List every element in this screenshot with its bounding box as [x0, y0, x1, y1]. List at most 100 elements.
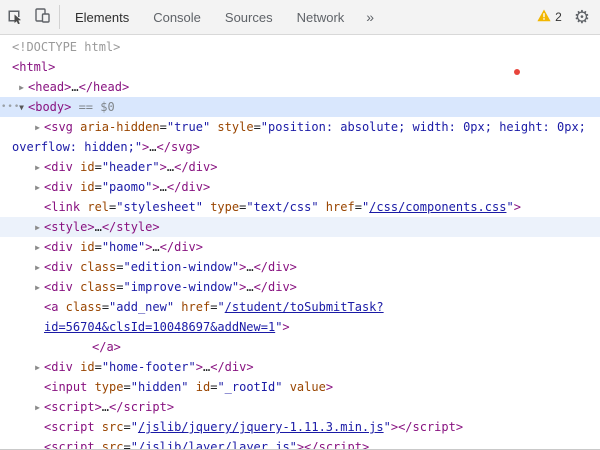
row-actions-dots[interactable]: ••• — [1, 97, 20, 117]
expand-arrow-icon[interactable]: ▶ — [31, 118, 44, 137]
syntax-attr: id — [189, 380, 211, 394]
syntax-val: "improve-window" — [124, 280, 240, 294]
dom-tree-row[interactable]: ▶<style>…</style> — [0, 217, 600, 237]
syntax-dots: … — [102, 400, 109, 414]
warning-count: 2 — [555, 10, 562, 24]
dom-tree-row[interactable]: ▶<div id="paomo">…</div> — [0, 177, 600, 197]
dom-tree-row[interactable]: •••▼<body> == $0 — [0, 97, 600, 117]
syntax-val: "_rootId" — [217, 380, 282, 394]
syntax-link[interactable]: /css/components.css — [369, 200, 506, 214]
syntax-val: "add_new" — [109, 300, 174, 314]
dom-tree-row[interactable]: ▶<div class="improve-window">…</div> — [0, 277, 600, 297]
syntax-val: " — [290, 440, 297, 449]
gear-icon[interactable]: ⚙ — [574, 8, 590, 26]
syntax-val: "position: absolute; width: 0px; height:… — [261, 120, 586, 134]
syntax-attr: type — [87, 380, 123, 394]
expand-arrow-icon[interactable]: ▶ — [31, 258, 44, 277]
syntax-tag: > — [152, 180, 159, 194]
inspect-icon — [5, 6, 23, 29]
syntax-tag: <div — [44, 260, 73, 274]
syntax-attr: aria-hidden — [73, 120, 160, 134]
syntax-link[interactable]: /student/toSubmitTask? — [225, 300, 384, 314]
syntax-attr: class — [73, 260, 116, 274]
dom-tree-row[interactable]: </a> — [0, 337, 600, 357]
dom-tree-row[interactable]: <html> — [0, 57, 600, 77]
syntax-tag: > — [326, 380, 333, 394]
syntax-tag: </head> — [79, 80, 130, 94]
dom-tree-row[interactable]: <script src="/jslib/jquery/jquery-1.11.3… — [0, 417, 600, 437]
syntax-attr: src — [95, 420, 124, 434]
tab-strip: ElementsConsoleSourcesNetwork — [63, 0, 356, 35]
expand-arrow-icon[interactable]: ▶ — [31, 218, 44, 237]
syntax-dots: … — [149, 140, 156, 154]
syntax-link[interactable]: /jslib/layer/layer.js — [138, 440, 290, 449]
syntax-eq: = — [95, 160, 102, 174]
expand-arrow-icon[interactable]: ▶ — [31, 358, 44, 377]
syntax-val: "text/css" — [246, 200, 318, 214]
device-toolbar-button[interactable] — [28, 3, 56, 31]
more-tabs-button[interactable]: » — [356, 9, 384, 25]
syntax-tag: </script> — [398, 420, 463, 434]
syntax-val: " — [131, 440, 138, 449]
dom-tree-row[interactable]: id=56704&clsId=10048697&addNew=1"> — [0, 317, 600, 337]
red-dot — [514, 69, 520, 75]
syntax-eq: = — [355, 200, 362, 214]
toolbar-separator — [59, 5, 60, 29]
dom-tree-row[interactable]: ▶<div id="home-footer">…</div> — [0, 357, 600, 377]
tab-console[interactable]: Console — [141, 0, 213, 35]
syntax-eq: = — [123, 380, 130, 394]
syntax-tag: <div — [44, 160, 73, 174]
warnings-indicator[interactable]: 2 — [537, 9, 562, 25]
syntax-val: " — [131, 420, 138, 434]
dom-tree[interactable]: <!DOCTYPE html> <html>▶<head>…</head>•••▼… — [0, 35, 600, 449]
syntax-tag: </a> — [92, 340, 121, 354]
syntax-link[interactable]: id=56704&clsId=10048697&addNew=1 — [44, 320, 275, 334]
dom-tree-row[interactable]: ▶<head>…</head> — [0, 77, 600, 97]
tab-network[interactable]: Network — [285, 0, 357, 35]
expand-arrow-icon[interactable]: ▶ — [31, 158, 44, 177]
syntax-dots: … — [160, 180, 167, 194]
dom-tree-row[interactable]: overflow: hidden;">…</svg> — [0, 137, 600, 157]
dom-tree-row[interactable]: <a class="add_new" href="/student/toSubm… — [0, 297, 600, 317]
syntax-tag: <body> — [28, 100, 71, 114]
inspect-element-button[interactable] — [0, 3, 28, 31]
syntax-dots: … — [95, 220, 102, 234]
syntax-val: "edition-window" — [124, 260, 240, 274]
expand-arrow-icon[interactable]: ▶ — [31, 398, 44, 417]
dom-tree-row[interactable]: ▶<div class="edition-window">…</div> — [0, 257, 600, 277]
syntax-doctype: <!DOCTYPE html> — [12, 40, 120, 54]
syntax-val: "true" — [167, 120, 210, 134]
syntax-tag: </style> — [102, 220, 160, 234]
syntax-tag: <style> — [44, 220, 95, 234]
dom-tree-row[interactable]: ▶<script>…</script> — [0, 397, 600, 417]
syntax-tag: </div> — [167, 180, 210, 194]
dom-tree-row[interactable]: <!DOCTYPE html> — [0, 37, 600, 57]
syntax-attr: style — [210, 120, 253, 134]
dom-tree-row[interactable]: <script src="/jslib/layer/layer.js"></sc… — [0, 437, 600, 449]
syntax-attr: id — [73, 180, 95, 194]
syntax-tag: > — [160, 160, 167, 174]
syntax-tag: </svg> — [157, 140, 200, 154]
syntax-tag: </div> — [160, 240, 203, 254]
expand-arrow-icon[interactable]: ▶ — [15, 78, 28, 97]
syntax-tag: <div — [44, 280, 73, 294]
expand-arrow-icon[interactable]: ▶ — [31, 278, 44, 297]
syntax-eq: = — [95, 180, 102, 194]
dom-tree-row[interactable]: ▶<svg aria-hidden="true" style="position… — [0, 117, 600, 137]
expand-arrow-icon[interactable]: ▶ — [31, 238, 44, 257]
syntax-tag: <script — [44, 420, 95, 434]
syntax-tag: <script> — [44, 400, 102, 414]
tab-elements[interactable]: Elements — [63, 0, 141, 35]
dom-tree-row[interactable]: <input type="hidden" id="_rootId" value> — [0, 377, 600, 397]
dom-tree-row[interactable]: ▶<div id="home">…</div> — [0, 237, 600, 257]
tab-sources[interactable]: Sources — [213, 0, 285, 35]
expand-arrow-icon[interactable]: ▶ — [31, 178, 44, 197]
dom-tree-row[interactable]: <link rel="stylesheet" type="text/css" h… — [0, 197, 600, 217]
syntax-tag: <div — [44, 240, 73, 254]
syntax-dots: … — [71, 80, 78, 94]
toolbar-right: 2 ⚙ — [537, 8, 600, 26]
dom-tree-row[interactable]: ▶<div id="header">…</div> — [0, 157, 600, 177]
syntax-attr: rel — [80, 200, 109, 214]
syntax-link[interactable]: /jslib/jquery/jquery-1.11.3.min.js — [138, 420, 384, 434]
syntax-val: "home" — [102, 240, 145, 254]
